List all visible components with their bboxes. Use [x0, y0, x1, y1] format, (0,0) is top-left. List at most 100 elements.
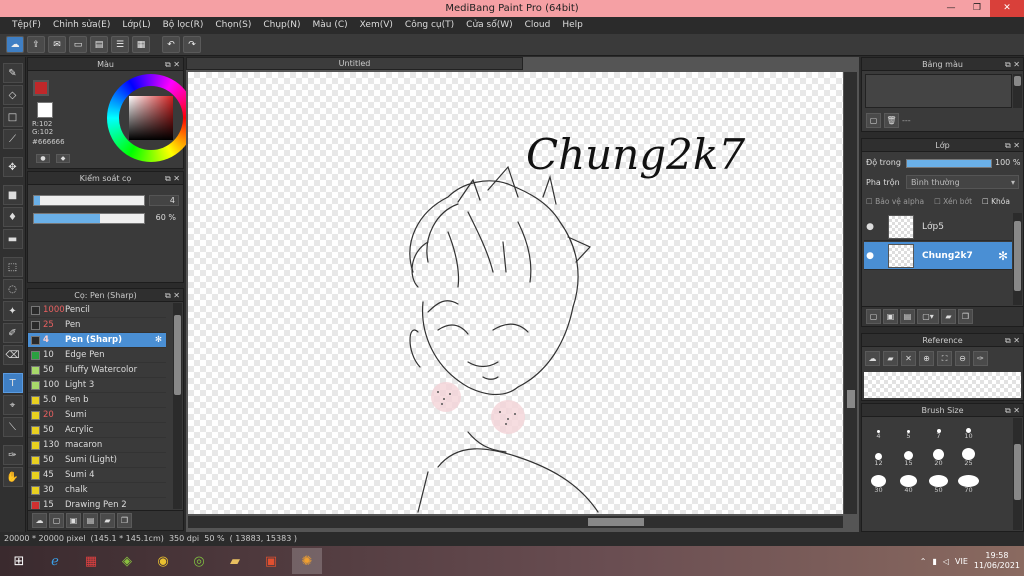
language-indicator[interactable]: VIE — [955, 557, 968, 566]
panel-controls-icon[interactable]: ⧉ ✕ — [1005, 334, 1020, 347]
new-brush-icon[interactable]: ▢ — [49, 513, 64, 528]
list-icon[interactable]: ☰ — [111, 36, 129, 53]
brush-size-preset[interactable]: 5 — [894, 421, 923, 440]
move-tool-icon[interactable]: ✥ — [2, 157, 23, 177]
brush-list-item[interactable]: 50 Acrylic — [28, 423, 166, 438]
magic-wand-icon[interactable]: ✦ — [2, 301, 23, 321]
select-pen-icon[interactable]: ✐ — [2, 323, 23, 343]
powerpoint-icon[interactable]: ▣ — [256, 548, 286, 574]
document-icon[interactable]: ▤ — [90, 36, 108, 53]
brush-list-item[interactable]: 25 Pen — [28, 318, 166, 333]
medibang-icon[interactable]: ✺ — [292, 548, 322, 574]
file-explorer-icon[interactable]: ▰ — [220, 548, 250, 574]
duplicate-layer-icon[interactable]: ❐ — [958, 309, 973, 324]
brush-size-value[interactable]: 4 — [149, 195, 179, 206]
stack-app-icon[interactable]: ◈ — [112, 548, 142, 574]
divide-tool-icon[interactable]: ⟍ — [2, 417, 23, 437]
gear-icon[interactable]: ✻ — [998, 249, 1008, 263]
layer-row[interactable]: ● Chung2k7 ✻ — [864, 242, 1012, 270]
canvas-horizontal-scrollbar[interactable] — [188, 516, 843, 528]
select-rect-icon[interactable]: ⬚ — [2, 257, 23, 277]
menu-item[interactable]: Cloud — [519, 17, 557, 34]
menu-item[interactable]: Xem(V) — [354, 17, 399, 34]
pen-tool-icon[interactable]: ⟋ — [2, 129, 23, 149]
document-tab[interactable]: Untitled — [186, 57, 523, 70]
color-wheel[interactable] — [107, 74, 195, 162]
reference-view[interactable] — [864, 372, 1021, 398]
brush-size-preset[interactable]: 15 — [894, 448, 923, 467]
brush-size-preset[interactable]: 7 — [924, 421, 953, 440]
menu-item[interactable]: Tệp(F) — [6, 17, 47, 34]
brush-settings-icon[interactable]: ▤ — [83, 513, 98, 528]
windows-start-icon[interactable]: ⊞ — [4, 548, 34, 574]
menu-item[interactable]: Chỉnh sửa(E) — [47, 17, 116, 34]
maximize-button[interactable]: ❐ — [964, 0, 990, 17]
tray-arrow-icon[interactable]: ⌃ — [920, 557, 927, 566]
visibility-icon[interactable]: ● — [864, 222, 876, 232]
menu-item[interactable]: Bộ lọc(R) — [157, 17, 210, 34]
brush-tool-icon[interactable]: ✎ — [2, 63, 23, 83]
layer-row[interactable]: ● Lớp5 — [864, 213, 1012, 241]
saturation-square[interactable] — [129, 96, 173, 140]
add-layer-menu-icon[interactable]: ▢▾ — [917, 309, 939, 324]
canvas[interactable]: Chung2k7 — [188, 72, 843, 514]
panel-controls-icon[interactable]: ⧉ ✕ — [165, 289, 180, 302]
menu-item[interactable]: Lớp(L) — [116, 17, 156, 34]
brush-list-item[interactable]: 4 Pen (Sharp) ✻ — [28, 333, 166, 348]
coccoc-icon[interactable]: ◎ — [184, 548, 214, 574]
brush-size-preset[interactable]: 20 — [924, 448, 953, 467]
lasso-icon[interactable]: ◌ — [2, 279, 23, 299]
fill-shape-tool-icon[interactable]: ■ — [2, 185, 23, 205]
redo-icon[interactable]: ↷ — [183, 36, 201, 53]
panel-controls-icon[interactable]: ⧉ ✕ — [165, 172, 180, 185]
panel-controls-icon[interactable]: ⧉ ✕ — [165, 58, 180, 71]
protect-alpha-checkbox[interactable]: ☐ Bảo vệ alpha — [866, 197, 924, 206]
panel-controls-icon[interactable]: ⧉ ✕ — [1005, 139, 1020, 152]
zoom-in-icon[interactable]: ⊕ — [919, 351, 934, 366]
brush-size-preset[interactable]: 10 — [954, 421, 983, 440]
brush-opacity-slider[interactable]: 60 % — [33, 213, 180, 225]
brush-list-item[interactable]: 1000 Pencil — [28, 303, 166, 318]
brush-list-item[interactable]: 45 Sumi 4 — [28, 468, 166, 483]
palette-swatches[interactable] — [865, 74, 1012, 108]
brush-list-item[interactable]: 10 Edge Pen — [28, 348, 166, 363]
brush-size-preset[interactable]: 12 — [864, 448, 893, 467]
clock[interactable]: 19:58 11/06/2021 — [974, 551, 1020, 571]
color-mode-button[interactable]: ● — [36, 154, 50, 163]
background-color-swatch[interactable] — [37, 102, 53, 118]
app-icon[interactable]: ▦ — [76, 548, 106, 574]
undo-icon[interactable]: ↶ — [162, 36, 180, 53]
brush-list-item[interactable]: 100 Light 3 — [28, 378, 166, 393]
network-icon[interactable]: ▮ — [932, 557, 936, 566]
new-layer-icon[interactable]: ▢ — [866, 309, 881, 324]
hand-tool-icon[interactable]: ✋ — [2, 467, 23, 487]
brush-list-item[interactable]: 50 Sumi (Light) — [28, 453, 166, 468]
menu-item[interactable]: Chọn(S) — [209, 17, 257, 34]
menu-item[interactable]: Help — [556, 17, 589, 34]
new-halftone-layer-icon[interactable]: ▣ — [883, 309, 898, 324]
add-palette-icon[interactable]: ▢ — [866, 113, 881, 128]
gradient-tool-icon[interactable]: ▬ — [2, 229, 23, 249]
cloud-icon[interactable]: ☁ — [6, 36, 24, 53]
clip-checkbox[interactable]: ☐ Xén bớt — [934, 197, 972, 206]
blend-mode-select[interactable]: Bình thường ▾ — [906, 175, 1019, 189]
brush-size-slider[interactable]: 4 — [33, 195, 180, 207]
panel-controls-icon[interactable]: ⧉ ✕ — [1005, 58, 1020, 71]
internet-explorer-icon[interactable]: ℯ — [40, 548, 70, 574]
select-eraser-icon[interactable]: ⌫ — [2, 345, 23, 365]
brush-size-scrollbar[interactable] — [1013, 418, 1022, 530]
folder-icon[interactable]: ▰ — [100, 513, 115, 528]
brush-size-preset[interactable]: 40 — [894, 475, 923, 494]
brush-list-item[interactable]: 20 Sumi — [28, 408, 166, 423]
upload-icon[interactable]: ⇪ — [27, 36, 45, 53]
menu-item[interactable]: Màu (C) — [307, 17, 354, 34]
brush-list-item[interactable]: 15 Drawing Pen 2 — [28, 498, 166, 509]
brush-list-item[interactable]: 5.0 Pen b — [28, 393, 166, 408]
delete-palette-icon[interactable]: 🗑 — [884, 113, 899, 128]
menu-item[interactable]: Cửa sổ(W) — [460, 17, 518, 34]
grid-icon[interactable]: ▦ — [132, 36, 150, 53]
eyedropper-reference-icon[interactable]: ✑ — [973, 351, 988, 366]
brush-list-scrollbar[interactable] — [173, 303, 182, 509]
brush-list-item[interactable]: 50 Fluffy Watercolor — [28, 363, 166, 378]
brush-size-preset[interactable]: 70 — [954, 475, 983, 494]
